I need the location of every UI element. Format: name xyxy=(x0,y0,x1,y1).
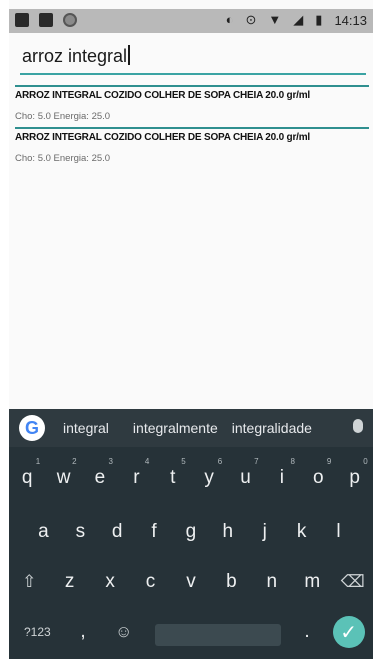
suggestion-3[interactable]: integralidade xyxy=(232,420,312,436)
key-a[interactable]: a xyxy=(28,515,58,549)
spacebar[interactable] xyxy=(155,624,282,646)
shift-icon[interactable]: ⇧ xyxy=(14,565,44,599)
key-n[interactable]: n xyxy=(257,565,287,599)
suggestion-strip: G integral integralmente integralidade xyxy=(9,409,373,447)
search-input[interactable]: arroz integral xyxy=(20,45,366,75)
key-z[interactable]: z xyxy=(55,565,85,599)
item-divider xyxy=(15,85,369,87)
key-e[interactable]: e3 xyxy=(85,457,115,495)
key-v[interactable]: v xyxy=(176,565,206,599)
key-t[interactable]: t5 xyxy=(158,457,188,495)
key-j[interactable]: j xyxy=(250,515,280,549)
key-row-3: ⇧ z x c v b n m ⌫ xyxy=(9,565,373,599)
item-title: ARROZ INTEGRAL COZIDO COLHER DE SOPA CHE… xyxy=(15,132,310,143)
mic-icon[interactable] xyxy=(353,419,363,433)
search-value: arroz integral xyxy=(22,46,128,66)
key-q[interactable]: q1 xyxy=(12,457,42,495)
key-r[interactable]: r4 xyxy=(121,457,151,495)
key-f[interactable]: f xyxy=(139,515,169,549)
suggestion-1[interactable]: integral xyxy=(63,420,109,436)
key-row-4: ?123 , ☺ . ✓ xyxy=(9,615,373,649)
notification-icon xyxy=(15,13,29,27)
symbols-key[interactable]: ?123 xyxy=(17,615,57,649)
check-icon[interactable]: ✓ xyxy=(332,616,365,648)
left-margin xyxy=(0,0,9,659)
key-s[interactable]: s xyxy=(65,515,95,549)
key-x[interactable]: x xyxy=(95,565,125,599)
vibrate-icon: ◐ xyxy=(225,12,234,27)
gallery-icon xyxy=(39,13,53,27)
screen: ◐ ⊙ ▼ ◢ ▮ 14:13 arroz integral ARROZ INT… xyxy=(0,0,373,659)
battery-icon: ▮ xyxy=(315,12,323,27)
key-g[interactable]: g xyxy=(176,515,206,549)
key-b[interactable]: b xyxy=(216,565,246,599)
key-i[interactable]: i8 xyxy=(267,457,297,495)
signal-icon: ◢ xyxy=(293,12,304,27)
key-w[interactable]: w2 xyxy=(49,457,79,495)
clock: 14:13 xyxy=(334,12,367,28)
app-content: arroz integral ARROZ INTEGRAL COZIDO COL… xyxy=(9,33,373,409)
key-c[interactable]: c xyxy=(136,565,166,599)
list-item[interactable]: ARROZ INTEGRAL COZIDO COLHER DE SOPA CHE… xyxy=(15,85,369,122)
key-u[interactable]: u7 xyxy=(231,457,261,495)
key-y[interactable]: y6 xyxy=(194,457,224,495)
key-row-1: q1 w2 e3 r4 t5 y6 u7 i8 o9 p0 xyxy=(9,457,373,495)
google-icon[interactable]: G xyxy=(19,415,45,441)
keyboard: G integral integralmente integralidade q… xyxy=(9,409,373,659)
item-subtitle: Cho: 5.0 Energia: 25.0 xyxy=(15,153,111,164)
key-k[interactable]: k xyxy=(287,515,317,549)
status-bar: ◐ ⊙ ▼ ◢ ▮ 14:13 xyxy=(9,9,373,33)
suggestion-2[interactable]: integralmente xyxy=(133,420,218,436)
item-divider xyxy=(15,127,369,129)
key-comma[interactable]: , xyxy=(74,615,92,649)
text-cursor xyxy=(128,45,131,65)
sync-icon xyxy=(63,13,77,27)
list-item[interactable]: ARROZ INTEGRAL COZIDO COLHER DE SOPA CHE… xyxy=(15,127,369,164)
wifi-icon: ▼ xyxy=(268,12,282,27)
key-period[interactable]: . xyxy=(298,615,316,649)
key-row-2: a s d f g h j k l xyxy=(9,515,373,549)
item-subtitle: Cho: 5.0 Energia: 25.0 xyxy=(15,111,111,122)
key-o[interactable]: o9 xyxy=(303,457,333,495)
item-title: ARROZ INTEGRAL COZIDO COLHER DE SOPA CHE… xyxy=(15,90,310,101)
key-l[interactable]: l xyxy=(323,515,353,549)
emoji-icon[interactable]: ☺ xyxy=(109,615,139,649)
key-h[interactable]: h xyxy=(213,515,243,549)
key-d[interactable]: d xyxy=(102,515,132,549)
alarm-icon: ⊙ xyxy=(245,12,257,27)
key-m[interactable]: m xyxy=(297,565,327,599)
backspace-icon[interactable]: ⌫ xyxy=(338,565,368,599)
key-p[interactable]: p0 xyxy=(340,457,370,495)
